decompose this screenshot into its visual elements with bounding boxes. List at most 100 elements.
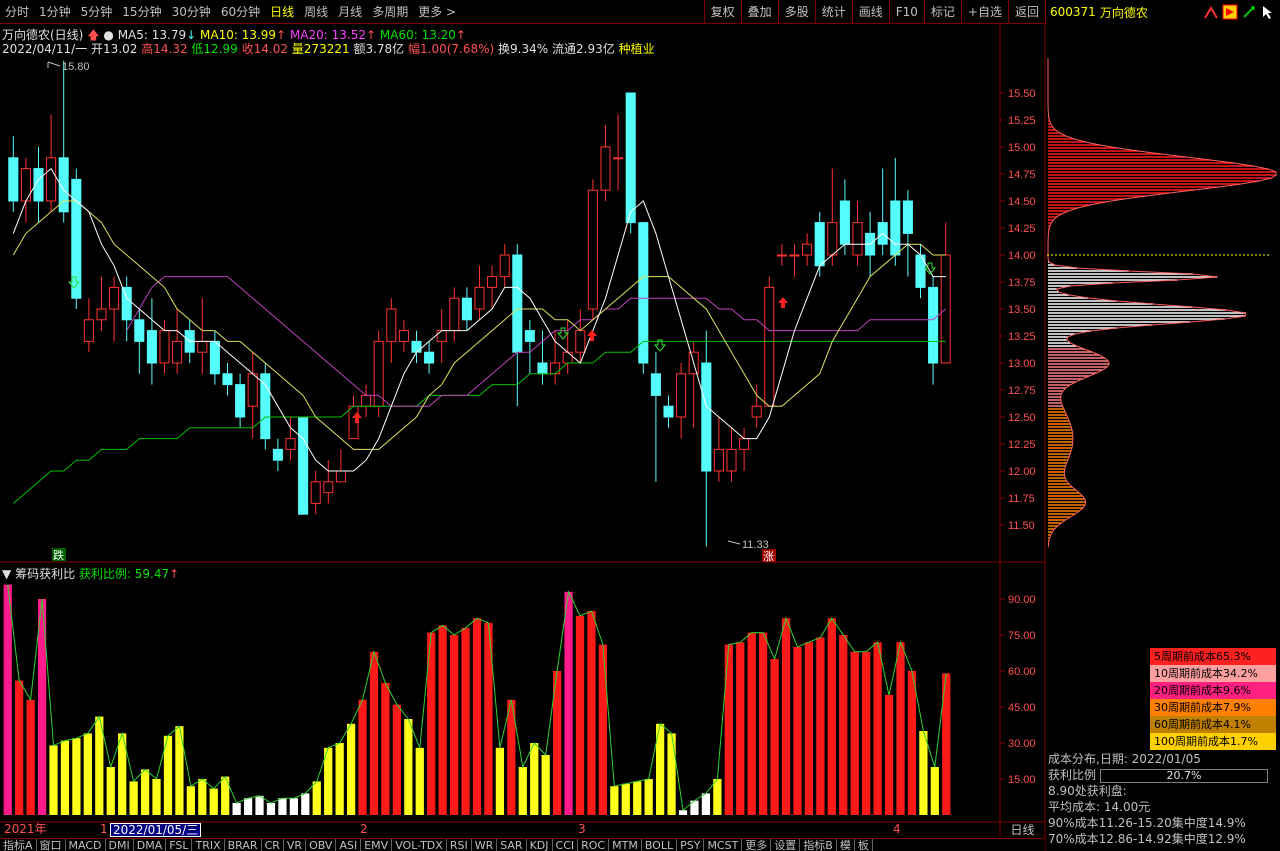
profit-bar — [907, 671, 917, 815]
indicator-tab[interactable]: PSY — [677, 839, 705, 851]
quote-change: 幅1.00(7.68%) — [408, 42, 495, 56]
quote-high: 高14.32 — [141, 42, 188, 56]
indicator-tab[interactable]: EMV — [361, 839, 393, 851]
stats-button[interactable]: 统计 — [814, 0, 852, 24]
cost-info: 成本分布,日期: 2022/01/05 获利比例 20.7% 8.90处获利盘: … — [1048, 751, 1278, 847]
profit-bar — [724, 644, 733, 815]
price-tick-label: 13.00 — [1008, 358, 1036, 370]
tab-more[interactable]: 更多 > — [413, 0, 461, 24]
indicator-tab[interactable]: VR — [284, 839, 307, 851]
indicator-tab[interactable]: 窗口 — [37, 839, 66, 851]
profit-tick-label: 90.00 — [1008, 594, 1036, 606]
candle-up — [764, 286, 775, 407]
tab-fenshi[interactable]: 分时 — [0, 0, 34, 24]
profit-bar — [850, 651, 859, 815]
candle-up — [83, 319, 94, 342]
price-tick-label: 12.25 — [1008, 439, 1036, 451]
indicator-tab[interactable]: 指标A — [0, 839, 37, 851]
indicator-tab[interactable]: KDJ — [527, 839, 553, 851]
trend-icon[interactable] — [1203, 4, 1219, 20]
tool-icon[interactable] — [1241, 4, 1257, 20]
restore-rights-button[interactable]: 复权 — [703, 0, 741, 24]
period-indicator[interactable]: 日线 — [1000, 822, 1045, 838]
back-button[interactable]: 返回 — [1007, 0, 1045, 24]
indicator-tab[interactable]: ROC — [578, 839, 610, 851]
candle-down — [701, 362, 712, 472]
indicator-tab[interactable]: MACD — [66, 839, 106, 851]
indicator-tab[interactable]: CR — [262, 839, 284, 851]
indicator-tab[interactable]: SAR — [497, 839, 527, 851]
indicator-tab[interactable]: 设置 — [771, 839, 801, 851]
indicator-tab[interactable]: DMI — [106, 839, 134, 851]
price-tick-label: 12.00 — [1008, 466, 1036, 478]
indicator-tab[interactable]: OBV — [306, 839, 337, 851]
profit-bar — [747, 632, 756, 815]
candle-down — [461, 297, 472, 321]
quote-low: 低12.99 — [191, 42, 238, 56]
current-date: 2022/01/05/三 — [110, 823, 202, 837]
indicator-title[interactable]: 筹码获利比 — [15, 567, 75, 581]
indicator-toggle-icon[interactable]: ▼ — [2, 567, 11, 581]
high-marker: 15.80 — [47, 61, 90, 73]
indicator-tab[interactable]: BRAR — [225, 839, 262, 851]
indicator-tab[interactable]: MCST — [704, 839, 743, 851]
draw-line-button[interactable]: 画线 — [851, 0, 889, 24]
tab-multi-period[interactable]: 多周期 — [367, 0, 413, 24]
high-label: 15.80 — [62, 61, 90, 73]
cost-legend-item: 60周期前成本4.1% — [1150, 716, 1276, 733]
mark-button[interactable]: 标记 — [923, 0, 961, 24]
candle-down — [272, 448, 283, 461]
profit-bar — [633, 781, 642, 815]
indicator-tab[interactable]: ASI — [336, 839, 362, 851]
flag-icon[interactable] — [1222, 4, 1238, 20]
indicator-tab[interactable]: 更多 — [742, 839, 772, 851]
indicator-tab[interactable]: DMA — [134, 839, 167, 851]
date-month-1: 1 — [100, 822, 108, 836]
profit-bar — [621, 783, 630, 815]
tab-15min[interactable]: 15分钟 — [117, 0, 166, 24]
indicator-tab[interactable]: 指标B — [800, 839, 837, 851]
cost-profit-bar: 20.7% — [1100, 768, 1269, 783]
overlay-button[interactable]: 叠加 — [740, 0, 778, 24]
indicator-tab[interactable]: FSL — [166, 839, 193, 851]
profit-bar — [232, 803, 241, 815]
candle-up — [159, 330, 170, 364]
profit-bar — [301, 793, 310, 815]
tab-monthly[interactable]: 月线 — [333, 0, 367, 24]
profit-bar — [186, 786, 195, 815]
candle-up — [751, 405, 762, 418]
profit-bar — [667, 733, 676, 815]
indicator-tab[interactable]: BOLL — [642, 839, 678, 851]
profit-bar — [598, 644, 608, 815]
candle-down — [209, 340, 220, 375]
tab-5min[interactable]: 5分钟 — [76, 0, 118, 24]
profit-bar — [335, 743, 344, 815]
indicator-tab[interactable]: CCI — [553, 839, 579, 851]
header-icons — [1203, 4, 1280, 20]
add-watchlist-button[interactable]: +自选 — [960, 0, 1008, 24]
tab-30min[interactable]: 30分钟 — [167, 0, 216, 24]
indicator-tab[interactable]: VOL-TDX — [392, 839, 447, 851]
tab-weekly[interactable]: 周线 — [299, 0, 333, 24]
indicator-tab[interactable]: RSI — [447, 839, 472, 851]
quote-amount: 额3.78亿 — [353, 42, 405, 56]
indicator-tab[interactable]: TRIX — [192, 839, 225, 851]
indicator-tab[interactable]: 板 — [855, 839, 873, 851]
multi-stock-button[interactable]: 多股 — [777, 0, 815, 24]
candle-down — [146, 330, 157, 364]
f10-button[interactable]: F10 — [888, 0, 924, 24]
cursor-icon[interactable] — [1260, 4, 1276, 20]
profit-bar — [83, 733, 92, 815]
date-bar: 2021年 1 2022/01/05/三 2 3 4 — [0, 822, 1000, 837]
tab-daily[interactable]: 日线 — [265, 0, 299, 24]
tab-1min[interactable]: 1分钟 — [34, 0, 76, 24]
indicator-tab[interactable]: 模 — [837, 839, 855, 851]
indicator-tab[interactable]: MTM — [609, 839, 642, 851]
indicator-tab[interactable]: WR — [472, 839, 498, 851]
price-axis: 15.50 15.25 15.00 14.75 14.50 14.25 14.00 13.75… — [1000, 88, 1036, 532]
profit-tick-label: 45.00 — [1008, 702, 1036, 714]
candle-up — [323, 481, 334, 494]
tab-60min[interactable]: 60分钟 — [216, 0, 265, 24]
ma5-line — [12, 167, 946, 472]
profit-bar — [896, 642, 905, 815]
